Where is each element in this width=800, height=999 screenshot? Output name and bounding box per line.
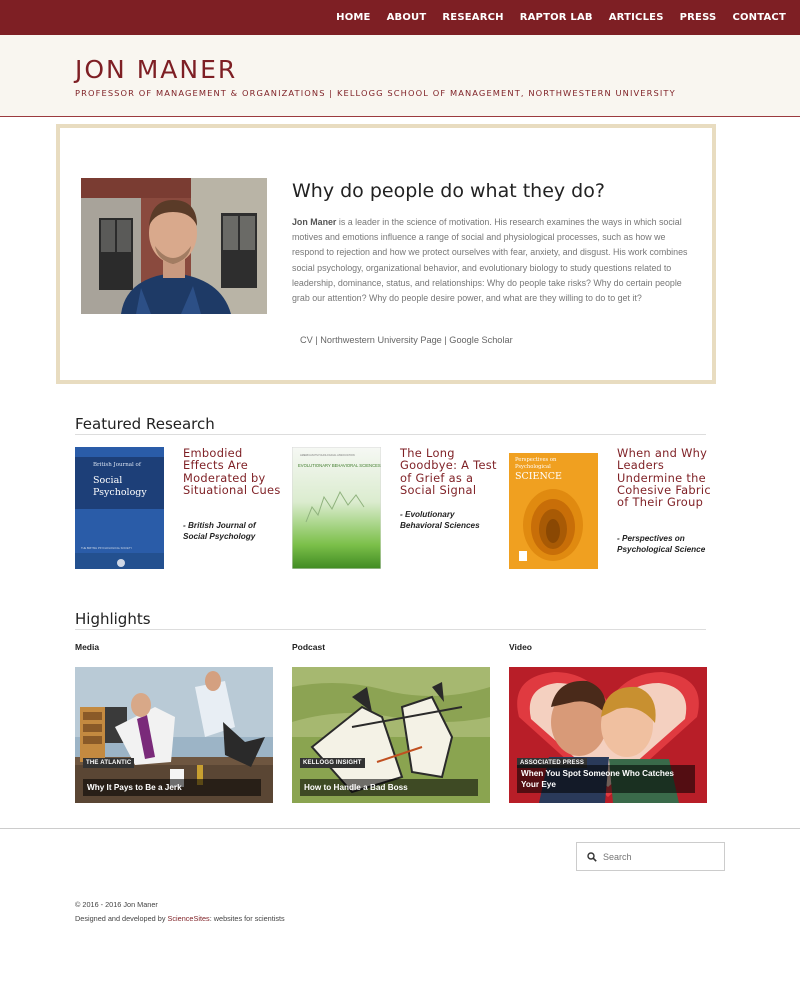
google-scholar-link[interactable]: Google Scholar (449, 335, 512, 345)
cover-journal-big: SCIENCE (515, 471, 562, 482)
highlights-heading: Highlights (75, 610, 706, 630)
footer-divider (0, 828, 800, 829)
cover-footer: THE BRITISH PSYCHOLOGICAL SOCIETY (81, 547, 133, 550)
intro-title: Why do people do what they do? (292, 180, 605, 202)
designed-prefix: Designed and developed by (75, 914, 168, 923)
nav-raptor-lab[interactable]: RAPTOR LAB (520, 12, 593, 23)
sciencesites-link[interactable]: ScienceSites (168, 914, 210, 923)
top-navigation-bar: HOME ABOUT RESEARCH RAPTOR LAB ARTICLES … (0, 0, 800, 35)
site-subtitle: PROFESSOR OF MANAGEMENT & ORGANIZATIONS … (75, 88, 676, 98)
northwestern-page-link[interactable]: Northwestern University Page (320, 335, 442, 345)
cover-journal: EVOLUTIONARY BEHAVIORAL SCIENCES (298, 463, 381, 468)
cover-journal-small: Perspectives on Psychological (515, 457, 557, 470)
nav-about[interactable]: ABOUT (387, 12, 427, 23)
portrait-photo (81, 178, 267, 314)
highlight-caption: Why It Pays to Be a Jerk (83, 779, 261, 796)
journal-cover-pps[interactable]: Perspectives on Psychological SCIENCE (509, 447, 598, 569)
cover-publisher: AMERICAN PSYCHOLOGICAL ASSOCIATION (300, 454, 355, 457)
source-tag: THE ATLANTIC (83, 758, 135, 768)
intro-body: is a leader in the science of motivation… (292, 217, 688, 304)
highlight-caption: How to Handle a Bad Boss (300, 779, 478, 796)
site-title[interactable]: JON MANER (75, 55, 237, 84)
copyright-text: © 2016 - 2016 Jon Maner (75, 900, 158, 909)
featured-title[interactable]: Embodied Effects Are Moderated by Situat… (183, 447, 281, 496)
designed-by-text: Designed and developed by ScienceSites: … (75, 914, 285, 923)
site-header: JON MANER PROFESSOR OF MANAGEMENT & ORGA… (0, 35, 800, 117)
journal-cover-ebs[interactable]: AMERICAN PSYCHOLOGICAL ASSOCIATION EVOLU… (292, 447, 381, 569)
featured-source: - Perspectives on Psychological Science (617, 534, 706, 554)
search-input[interactable] (603, 849, 718, 865)
cover-journal-small: British Journal of (93, 462, 141, 468)
nav-contact[interactable]: CONTACT (732, 12, 786, 23)
featured-title[interactable]: The Long Goodbye: A Test of Grief as a S… (400, 447, 498, 496)
intro-links: CV | Northwestern University Page | Goog… (300, 335, 513, 345)
intro-paragraph: Jon Maner is a leader in the science of … (292, 215, 698, 306)
nav-research[interactable]: RESEARCH (442, 12, 503, 23)
search-icon (587, 852, 597, 862)
designed-suffix: : websites for scientists (209, 914, 285, 923)
highlight-card-video[interactable]: ASSOCIATED PRESS When You Spot Someone W… (509, 667, 707, 803)
cover-journal-big: Social Psychology (93, 475, 147, 498)
highlight-card-podcast[interactable]: KELLOGG INSIGHT How to Handle a Bad Boss (292, 667, 490, 803)
nav-press[interactable]: PRESS (680, 12, 717, 23)
highlight-caption: When You Spot Someone Who Catches Your E… (517, 765, 695, 793)
main-menu: HOME ABOUT RESEARCH RAPTOR LAB ARTICLES … (320, 0, 786, 35)
highlight-card-media[interactable]: THE ATLANTIC Why It Pays to Be a Jerk (75, 667, 273, 803)
search-box (576, 842, 725, 871)
source-tag: KELLOGG INSIGHT (300, 758, 365, 768)
featured-item: AMERICAN PSYCHOLOGICAL ASSOCIATION EVOLU… (292, 447, 497, 577)
featured-item: Perspectives on Psychological SCIENCE Wh… (509, 447, 714, 577)
featured-source: - British Journal of Social Psychology (183, 521, 256, 541)
highlight-label-video: Video (509, 642, 532, 652)
featured-title[interactable]: When and Why Leaders Undermine the Cohes… (617, 447, 715, 509)
highlight-label-podcast: Podcast (292, 642, 326, 652)
featured-research-heading: Featured Research (75, 415, 706, 435)
cv-link[interactable]: CV (300, 335, 313, 345)
intro-box: Why do people do what they do? Jon Maner… (56, 124, 716, 384)
intro-name: Jon Maner (292, 217, 337, 227)
journal-cover-bjsp[interactable]: British Journal of Social Psychology THE… (75, 447, 164, 569)
featured-item: British Journal of Social Psychology THE… (75, 447, 280, 577)
highlight-label-media: Media (75, 642, 100, 652)
nav-articles[interactable]: ARTICLES (609, 12, 664, 23)
nav-home[interactable]: HOME (336, 12, 370, 23)
featured-source: - Evolutionary Behavioral Sciences (400, 510, 480, 530)
